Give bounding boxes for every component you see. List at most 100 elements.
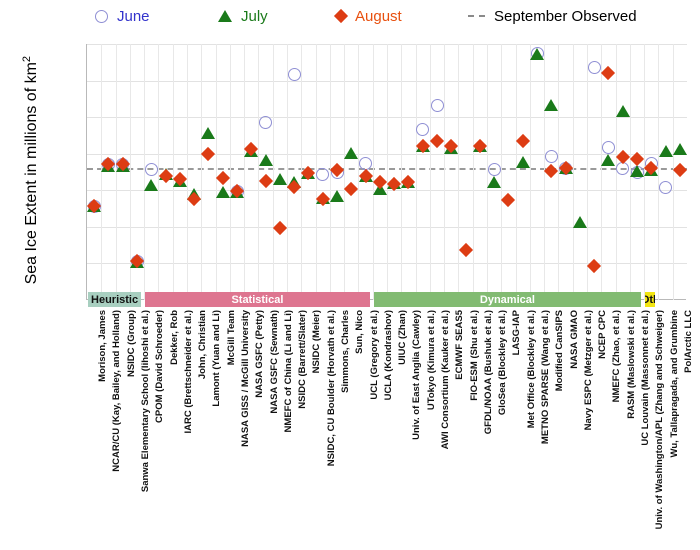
x-axis-label: NASA GMAO [568,310,580,369]
gridline-vertical [458,44,460,300]
x-axis-label: LASG-IAP [511,310,523,356]
gridline-vertical [572,44,574,300]
gridline-vertical [515,44,517,300]
gridline-vertical [172,44,174,300]
x-axis-label: Sun, Nico [354,310,366,354]
legend-label-june: June [117,7,150,25]
gridline-vertical [244,44,246,300]
chart-legend: June July August September Observed [0,4,700,30]
gridline-vertical [429,44,431,300]
gridline-vertical [387,44,388,300]
data-point-august [672,162,687,177]
data-point-july [672,142,687,155]
x-axis-label: PolArctic LLC [682,310,694,373]
y-axis-title-text: Sea Ice Extent in millions of km [23,62,41,285]
legend-label-august: August [355,7,402,25]
x-axis-label: NCEP CPC [597,310,609,359]
data-point-july [487,176,502,189]
data-point-july [344,146,359,159]
x-axis-label: Met Office (Blockley et al.) [525,310,537,429]
group-band-other: Oth [645,292,656,307]
x-axis-label: Navy ESPC (Metzger et al.) [582,310,594,431]
legend-item-june: June [95,4,150,28]
data-point-august [344,181,359,196]
x-axis-label: NSIDC (Group) [125,310,137,378]
data-point-august [587,258,602,273]
x-axis-label: GloSea (Blockley et al.) [497,310,509,416]
data-point-july [201,127,216,140]
data-point-july [515,156,530,169]
gridline-vertical [372,44,374,300]
group-band-statistical: Statistical [145,292,370,307]
legend-label-july: July [241,7,268,25]
gridline-vertical [587,44,588,300]
x-axis-label: NMEFC of China (Li and Li) [282,310,294,433]
data-point-june [487,163,501,177]
x-axis-label: Lamont (Yuan and Li) [211,310,223,407]
data-point-august [615,149,630,164]
x-axis-label: ECMWF SEAS5 [454,310,466,380]
data-point-july [572,215,587,228]
gridline-vertical [415,44,417,300]
x-axis-label: UTokyo (Kimura et al.) [425,310,437,411]
data-point-june [659,180,673,194]
data-point-july [630,164,644,177]
x-axis-labels: Morison, James NCAR/CU (Kay, Bailey, and … [86,310,694,529]
x-axis-label: NCAR/CU (Kay, Bailey, and Holland) [111,310,123,472]
x-axis-label: UCLA (Kondrashov) [382,310,394,401]
data-point-june [587,60,601,74]
x-axis-label: UC Louvain (Massonnet et al.) [640,310,651,446]
y-axis-title-superscript: 2 [20,55,33,63]
gridline-vertical [658,44,660,300]
data-point-august [258,173,273,188]
data-point-june [259,115,273,129]
gridline-vertical [258,44,260,300]
data-point-june [430,98,444,112]
gridline-vertical [444,44,446,300]
x-axis-label: UIUC (Zhan) [397,310,409,365]
gridline-vertical [272,44,274,300]
x-axis-label: Univ. of Washington/APL (Zhang and Schwe… [654,310,666,530]
data-point-august [515,134,530,149]
data-point-august [272,220,287,235]
legend-item-july: July [218,4,268,28]
data-point-august [544,164,559,179]
gridline-vertical [229,44,231,300]
data-point-june [287,68,301,82]
x-axis-label: Simmons, Charles [340,310,351,393]
data-point-august [429,134,445,149]
gridline-vertical [472,44,474,300]
data-point-june [601,140,615,154]
x-axis-label: METNO SPARSE (Wang et al.) [540,310,551,445]
chart-root: June July August September Observed Sea … [0,0,700,550]
data-point-july [544,98,559,111]
x-axis-label: McGill Team [225,310,237,366]
y-axis-title: Sea Ice Extent in millions of km2 [21,35,41,305]
data-point-july [530,47,544,60]
x-axis-label: NASA GISS / McGill University [240,310,251,447]
legend-item-august: August [333,4,402,28]
x-axis-label: NSIDC (Meier) [311,310,323,374]
filled-triangle-icon [218,10,232,22]
gridline-vertical [501,44,503,300]
data-point-june [144,163,158,177]
x-axis-label: NASA GSFC (Petty) [254,310,266,398]
x-axis-label: Morison, James [97,310,109,382]
x-axis-label: AWI Consortium (Kauker et al.) [440,310,451,450]
gridline-vertical [529,44,531,300]
dashed-line-icon [468,15,485,17]
filled-diamond-icon [333,8,349,24]
data-point-june [316,168,330,182]
x-axis-label: NSIDC, CU Boulder (Horvath et al.) [325,310,337,467]
gridline-vertical [344,44,346,300]
gridline-vertical [215,44,217,300]
open-circle-icon [95,9,108,23]
x-axis-label: GFDL/NOAA (Bushuk et al.) [482,310,494,435]
x-axis-label: Wu, Tallapragada, and Grumbine [668,310,680,458]
x-axis-label: NSIDC (Barrett/Slater) [297,310,309,409]
x-axis-label: NASA GSFC (Sewnath) [268,310,280,414]
data-point-july [215,186,230,199]
data-point-june [416,123,430,137]
gridline-vertical [672,44,674,300]
x-axis-label: Modified CanSIPS [554,310,566,392]
